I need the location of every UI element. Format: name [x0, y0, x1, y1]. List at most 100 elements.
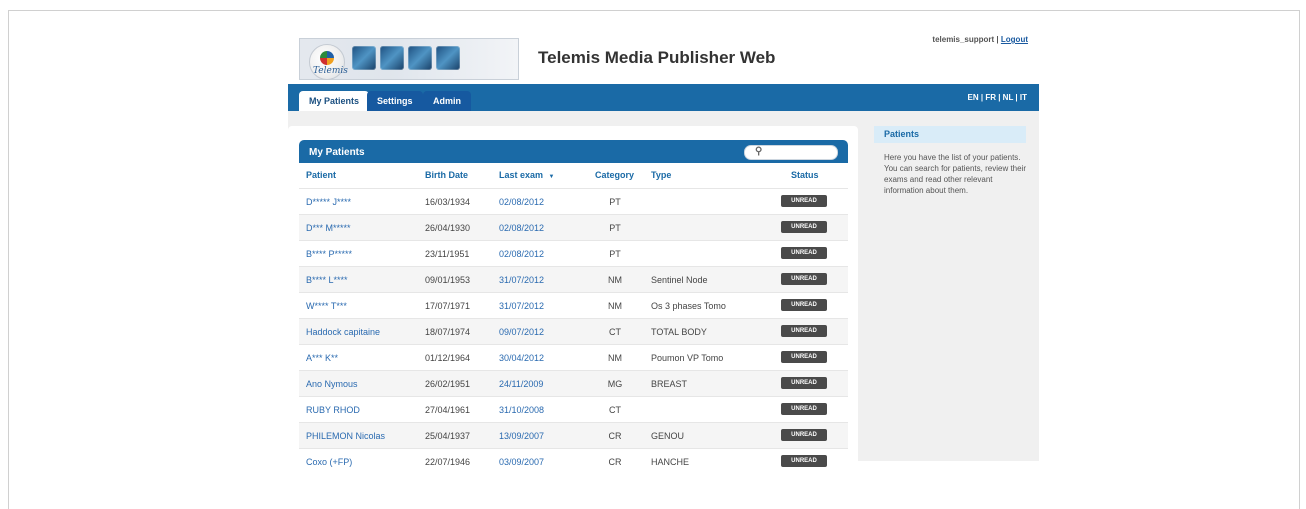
logo-tile-1 — [352, 46, 376, 70]
exam-type-cell: Sentinel Node — [651, 275, 708, 285]
table-row[interactable]: B**** L**** 09/01/1953 31/07/2012 NM Sentine… — [299, 266, 848, 292]
telemis-logo: Telemis — [299, 38, 519, 80]
category-cell: PT — [609, 223, 621, 233]
birth-date-cell: 16/03/1934 — [425, 197, 471, 207]
tab-admin[interactable]: Admin — [423, 91, 471, 111]
status-badge[interactable]: UNREAD — [781, 429, 827, 441]
grid-title-bar: My Patients ⚲ — [299, 140, 848, 163]
category-cell: NM — [608, 353, 622, 363]
grid-title: My Patients — [309, 147, 365, 158]
search-icon[interactable]: ⚲ — [755, 146, 831, 157]
col-header-patient[interactable]: Patient — [306, 170, 336, 180]
language-selector[interactable]: EN | FR | NL | IT — [968, 93, 1027, 102]
exam-type-cell: Poumon VP Tomo — [651, 353, 724, 363]
status-badge[interactable]: UNREAD — [781, 325, 827, 337]
last-exam-link[interactable]: 31/07/2012 — [499, 301, 544, 311]
last-exam-link[interactable]: 13/09/2007 — [499, 431, 544, 441]
status-badge[interactable]: UNREAD — [781, 455, 827, 467]
status-badge[interactable]: UNREAD — [781, 273, 827, 285]
category-cell: PT — [609, 249, 621, 259]
patient-name-link[interactable]: B**** L**** — [306, 275, 348, 285]
last-exam-link[interactable]: 30/04/2012 — [499, 353, 544, 363]
status-badge[interactable]: UNREAD — [781, 377, 827, 389]
patient-name-link[interactable]: W**** T*** — [306, 301, 347, 311]
grid-header: Patient Birth Date Last exam ▼ Category … — [299, 163, 848, 188]
birth-date-cell: 23/11/1951 — [425, 249, 470, 259]
status-badge[interactable]: UNREAD — [781, 351, 827, 363]
exam-type-cell: GENOU — [651, 431, 685, 441]
status-badge[interactable]: UNREAD — [781, 403, 827, 415]
patient-name-link[interactable]: Coxo (+FP) — [306, 457, 352, 467]
patient-name-link[interactable]: RUBY RHOD — [306, 405, 360, 415]
patient-name-link[interactable]: D***** J**** — [306, 197, 351, 207]
patients-grid: My Patients ⚲ Patient Birth Date Last ex… — [299, 140, 848, 467]
birth-date-cell: 26/02/1951 — [425, 379, 471, 389]
table-row[interactable]: RUBY RHOD 27/04/1961 31/10/2008 CT UNREAD — [299, 396, 848, 422]
status-badge[interactable]: UNREAD — [781, 195, 827, 207]
table-row[interactable]: Ano Nymous 26/02/1951 24/11/2009 MG BREAST UN… — [299, 370, 848, 396]
patient-name-link[interactable]: A*** K** — [306, 353, 338, 363]
last-exam-link[interactable]: 24/11/2009 — [499, 379, 543, 389]
logo-emblem: Telemis — [309, 44, 348, 80]
birth-date-cell: 09/01/1953 — [425, 275, 471, 285]
exam-type-cell: Os 3 phases Tomo — [651, 301, 726, 311]
app-title: Telemis Media Publisher Web — [538, 48, 776, 67]
tab-settings[interactable]: Settings — [367, 91, 423, 111]
logout-link[interactable]: Logout — [1001, 35, 1028, 44]
col-header-type[interactable]: Type — [651, 170, 671, 180]
status-badge[interactable]: UNREAD — [781, 247, 827, 259]
birth-date-cell: 26/04/1930 — [425, 223, 471, 233]
last-exam-link[interactable]: 31/07/2012 — [499, 275, 544, 285]
col-header-birth-date[interactable]: Birth Date — [425, 170, 468, 180]
status-badge[interactable]: UNREAD — [781, 299, 827, 311]
category-cell: CR — [608, 431, 622, 441]
last-exam-link[interactable]: 09/07/2012 — [499, 327, 544, 337]
patient-name-link[interactable]: PHILEMON Nicolas — [306, 431, 385, 441]
table-row[interactable]: A*** K** 01/12/1964 30/04/2012 NM Poumon VP … — [299, 344, 848, 370]
patient-name-link[interactable]: B**** P***** — [306, 249, 352, 259]
last-exam-link[interactable]: 31/10/2008 — [499, 405, 544, 415]
logo-tile-2 — [380, 46, 404, 70]
last-exam-link[interactable]: 02/08/2012 — [499, 249, 544, 259]
last-exam-link[interactable]: 02/08/2012 — [499, 197, 544, 207]
patient-name-link[interactable]: Ano Nymous — [306, 379, 358, 389]
table-row[interactable]: D***** J**** 16/03/1934 02/08/2012 PT UNREAD — [299, 188, 848, 214]
table-row[interactable]: B**** P***** 23/11/1951 02/08/2012 PT UNREAD — [299, 240, 848, 266]
logo-tile-4 — [436, 46, 460, 70]
status-badge[interactable]: UNREAD — [781, 221, 827, 233]
exam-type-cell: HANCHE — [651, 457, 690, 467]
col-header-status[interactable]: Status — [791, 170, 819, 180]
table-row[interactable]: PHILEMON Nicolas 25/04/1937 13/09/2007 CR GE… — [299, 422, 848, 448]
table-row[interactable]: D*** M***** 26/04/1930 02/08/2012 PT UNREAD — [299, 214, 848, 240]
logo-text: Telemis — [313, 66, 348, 76]
user-area: telemis_support | Logout — [932, 35, 1028, 44]
tab-my-patients[interactable]: My Patients — [299, 91, 370, 111]
logo-image-tiles — [352, 46, 460, 70]
exam-type-cell: TOTAL BODY — [651, 327, 707, 337]
patient-name-link[interactable]: Haddock capitaine — [306, 327, 380, 337]
col-header-last-exam[interactable]: Last exam ▼ — [499, 170, 555, 180]
table-row[interactable]: Haddock capitaine 18/07/1974 09/07/2012 CT T… — [299, 318, 848, 344]
user-separator: | — [994, 35, 1001, 44]
sidebar-title: Patients — [884, 129, 920, 139]
birth-date-cell: 25/04/1937 — [425, 431, 471, 441]
last-exam-link[interactable]: 02/08/2012 — [499, 223, 544, 233]
birth-date-cell: 01/12/1964 — [425, 353, 471, 363]
category-cell: CR — [608, 457, 622, 467]
col-header-category[interactable]: Category — [595, 170, 634, 180]
grid-body: D***** J**** 16/03/1934 02/08/2012 PT UNREAD… — [299, 188, 848, 474]
category-cell: NM — [608, 275, 622, 285]
birth-date-cell: 17/07/1971 — [425, 301, 471, 311]
birth-date-cell: 22/07/1946 — [425, 457, 471, 467]
table-row[interactable]: Coxo (+FP) 22/07/1946 03/09/2007 CR HANCHE UN… — [299, 448, 848, 474]
birth-date-cell: 18/07/1974 — [425, 327, 471, 337]
patient-name-link[interactable]: D*** M***** — [306, 223, 351, 233]
category-cell: NM — [608, 301, 622, 311]
last-exam-link[interactable]: 03/09/2007 — [499, 457, 544, 467]
logo-tile-3 — [408, 46, 432, 70]
search-input[interactable]: ⚲ — [744, 145, 838, 160]
category-cell: PT — [609, 197, 621, 207]
table-row[interactable]: W**** T*** 17/07/1971 31/07/2012 NM Os 3 pha… — [299, 292, 848, 318]
col-header-last-exam-label: Last exam — [499, 170, 544, 180]
category-cell: MG — [607, 379, 623, 389]
